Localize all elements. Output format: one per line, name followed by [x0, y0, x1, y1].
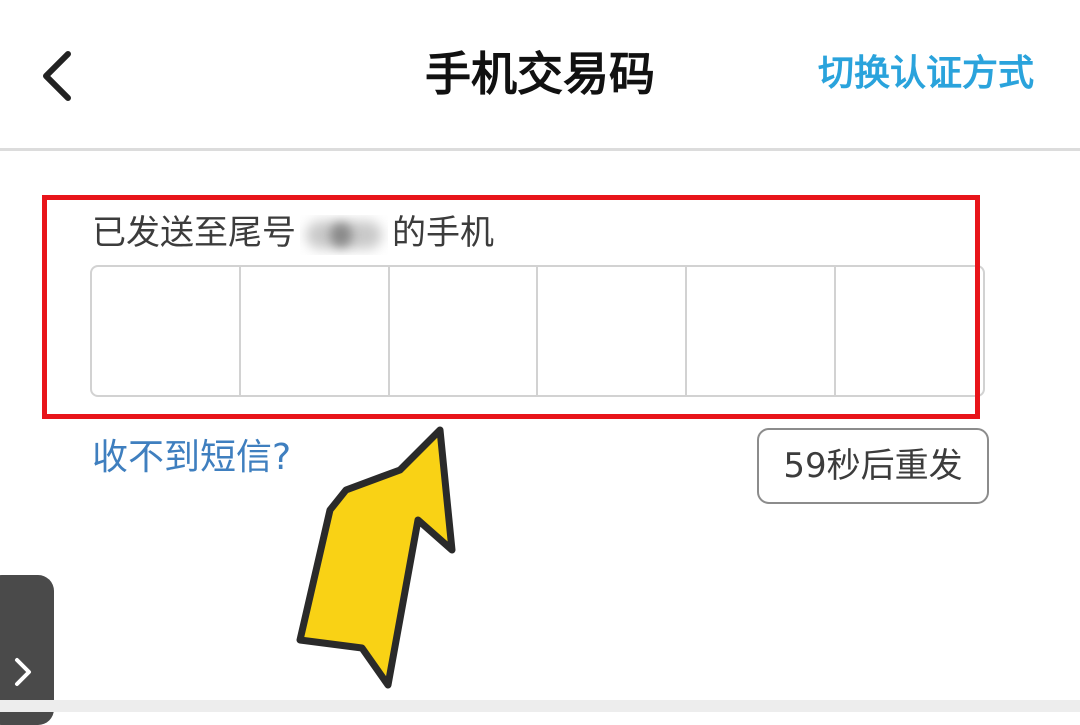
back-button[interactable] — [28, 40, 92, 110]
no-sms-help-link[interactable]: 收不到短信? — [92, 430, 291, 486]
chevron-left-icon — [43, 51, 71, 101]
switch-auth-method-link[interactable]: 切换认证方式 — [818, 50, 1034, 98]
bottom-divider — [0, 700, 1080, 712]
header-bar: 手机交易码 切换认证方式 — [0, 0, 1080, 151]
annotation-highlight-box — [42, 195, 980, 419]
chevron-right-icon — [15, 658, 31, 686]
resend-countdown-button[interactable]: 59秒后重发 — [757, 428, 989, 504]
